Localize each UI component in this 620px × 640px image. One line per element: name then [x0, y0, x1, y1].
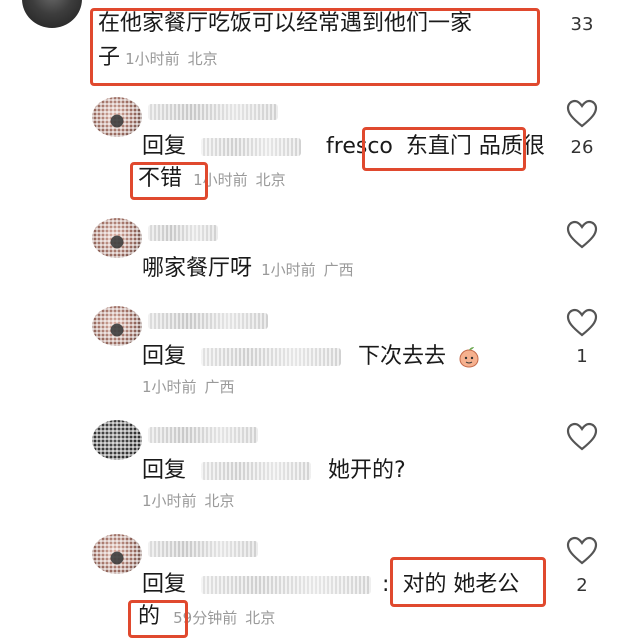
username-blurred[interactable]	[148, 427, 258, 443]
reply-time: 1小时前	[142, 378, 197, 396]
reply-time: 1小时前	[142, 492, 197, 510]
reply-body: 下次去去	[358, 344, 447, 369]
reply-label: 回复	[142, 458, 187, 483]
reply-meta: 1小时前 广西	[142, 376, 235, 397]
reply-label: 回复	[142, 572, 187, 597]
heart-icon[interactable]	[566, 536, 598, 566]
reply-colon: :	[382, 572, 390, 597]
reply-meta: 1小时前 北京	[142, 490, 235, 511]
like-count: 33	[570, 14, 594, 35]
heart-icon[interactable]	[566, 422, 598, 452]
reply-target-blurred[interactable]	[201, 576, 372, 594]
reply-location: 广西	[323, 261, 354, 279]
reply-target-blurred[interactable]	[201, 462, 312, 480]
reply-location: 北京	[245, 609, 276, 627]
avatar[interactable]	[22, 0, 82, 28]
reply-target-blurred[interactable]	[201, 348, 342, 366]
reply-meta: 59分钟前 北京	[173, 609, 275, 627]
highlight-box	[130, 162, 208, 200]
reply-text: 哪家餐厅呀 1小时前 广西	[142, 254, 354, 284]
reply-label: 回复	[142, 344, 187, 369]
avatar[interactable]	[92, 97, 142, 137]
highlight-box	[390, 557, 546, 607]
reply-text: 回复 下次去去	[142, 342, 481, 372]
reply-time: 1小时前	[261, 261, 316, 279]
highlight-box	[90, 8, 540, 86]
reply-body: 她开的?	[328, 458, 406, 483]
avatar[interactable]	[92, 306, 142, 346]
like-count: 2	[576, 575, 588, 596]
reply-text: 回复 她开的?	[142, 456, 406, 486]
avatar[interactable]	[92, 218, 142, 258]
avatar[interactable]	[92, 534, 142, 574]
username-blurred[interactable]	[148, 104, 278, 120]
reply-label: 回复	[142, 134, 187, 159]
highlight-box	[128, 600, 188, 638]
reply-target-blurred[interactable]	[201, 138, 302, 156]
username-blurred[interactable]	[148, 225, 218, 241]
reply-location: 北京	[204, 492, 235, 510]
avatar[interactable]	[92, 420, 142, 460]
username-blurred[interactable]	[148, 313, 268, 329]
heart-icon[interactable]	[566, 308, 598, 338]
peach-emoji-icon	[459, 347, 479, 368]
reply-location: 北京	[255, 171, 286, 189]
reply-meta: 1小时前 广西	[261, 261, 354, 279]
highlight-box	[362, 127, 526, 171]
reply-body: 哪家餐厅呀	[142, 256, 253, 281]
reply-location: 广西	[204, 378, 235, 396]
like-count: 1	[576, 346, 588, 367]
heart-icon[interactable]	[566, 99, 598, 129]
heart-icon[interactable]	[566, 220, 598, 250]
like-count: 26	[570, 137, 594, 158]
username-blurred[interactable]	[148, 541, 258, 557]
